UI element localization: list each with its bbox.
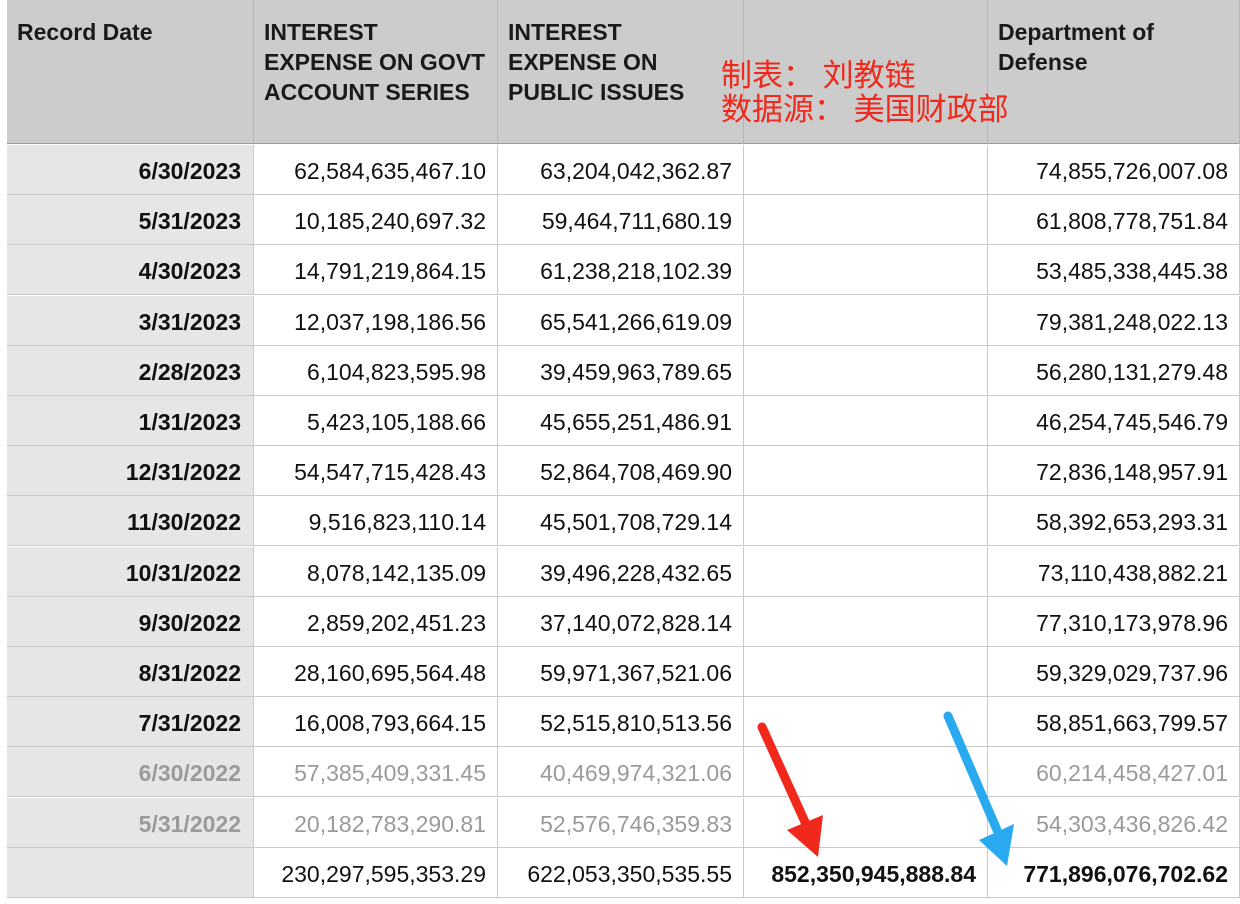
red-arrow-icon — [757, 722, 823, 857]
annotation-arrows — [757, 711, 1014, 866]
blue-arrow-icon — [943, 711, 1014, 866]
spreadsheet: Record Date INTEREST EXPENSE ON GOVT ACC… — [0, 0, 1240, 904]
